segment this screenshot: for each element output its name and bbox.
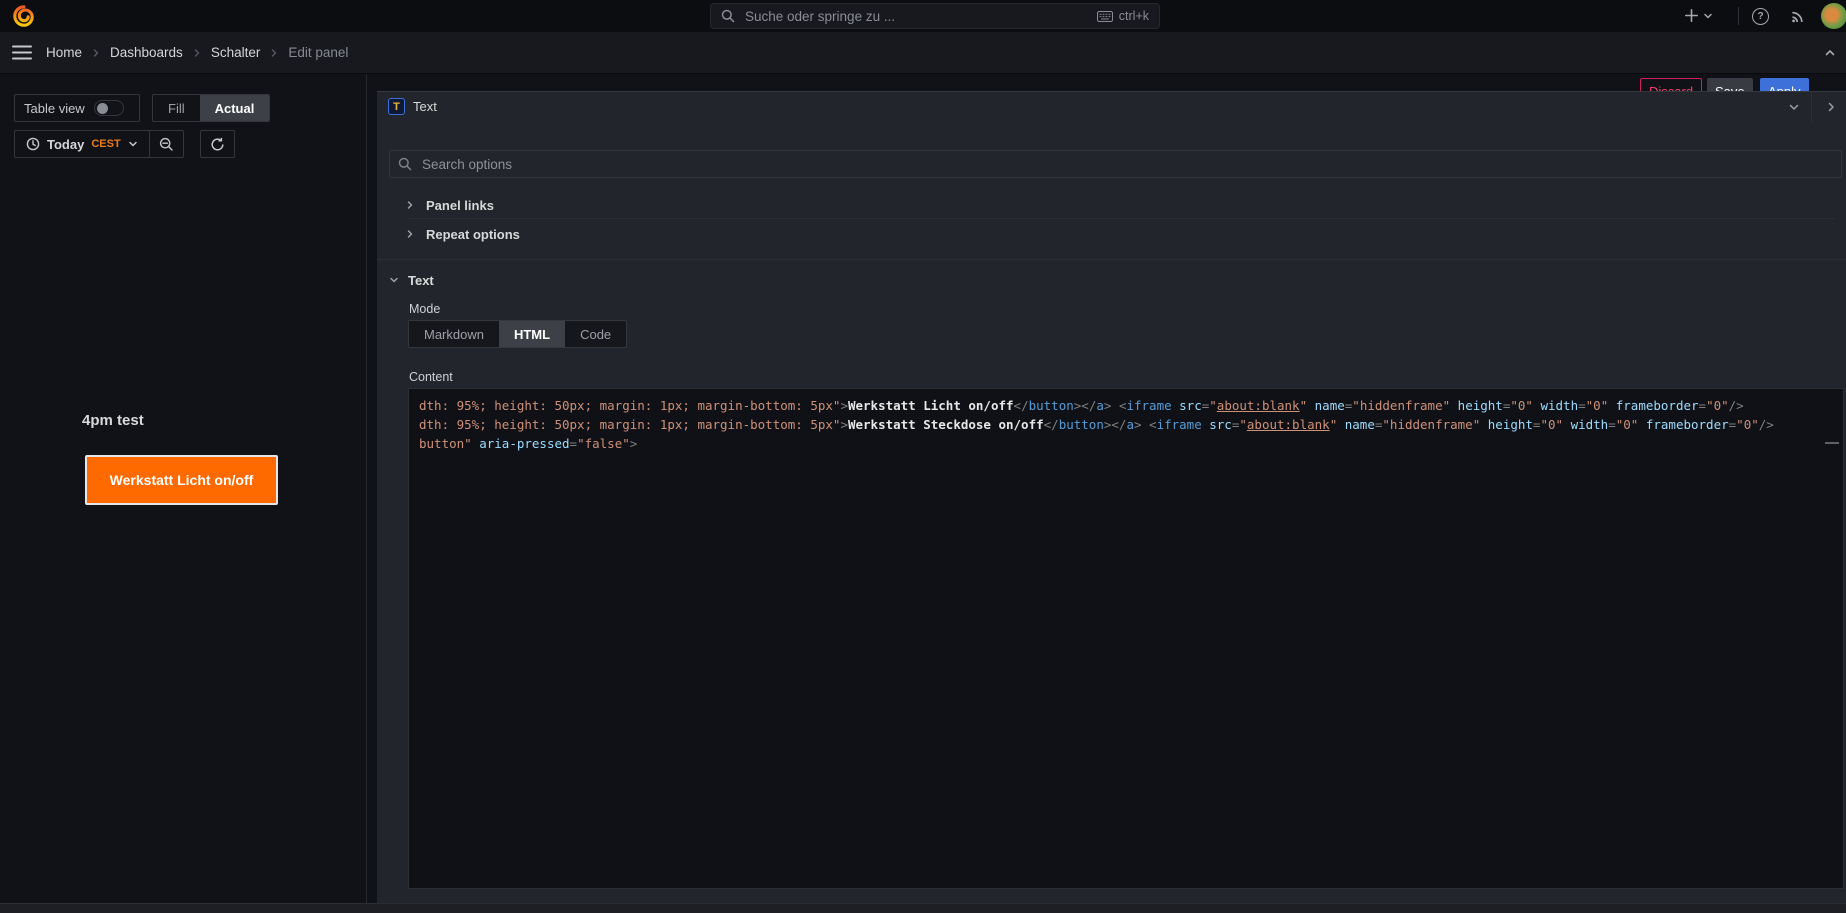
chevron-down-icon xyxy=(128,139,138,149)
chevron-right-icon xyxy=(1825,101,1837,113)
section-repeat-options[interactable]: Repeat options xyxy=(405,221,1842,247)
mode-markdown[interactable]: Markdown xyxy=(409,321,499,347)
options-search-input[interactable] xyxy=(420,156,1833,173)
table-view-control: Table view xyxy=(14,94,140,122)
refresh-button[interactable] xyxy=(200,130,235,158)
topbar-divider xyxy=(1738,7,1739,25)
breadcrumb-dashboards[interactable]: Dashboards xyxy=(110,45,183,60)
section-text[interactable]: Text xyxy=(389,268,434,292)
fill-option[interactable]: Fill xyxy=(153,95,200,121)
collapse-options-pane-button[interactable] xyxy=(1825,101,1837,113)
editor-overview-ruler-mark xyxy=(1825,442,1839,444)
plus-icon xyxy=(1684,8,1699,23)
time-range-label: Today xyxy=(47,137,84,152)
chevron-down-icon xyxy=(389,275,399,285)
user-avatar[interactable] xyxy=(1821,3,1846,29)
global-search-box: ctrl+k xyxy=(710,3,1160,29)
code-line: dth: 95%; height: 50px; margin: 1px; mar… xyxy=(419,396,1843,415)
actual-option[interactable]: Actual xyxy=(200,95,270,121)
breadcrumb-schalter[interactable]: Schalter xyxy=(211,45,261,60)
table-view-label: Table view xyxy=(24,101,85,116)
rss-icon xyxy=(1790,8,1806,24)
pane-size-switch: Fill Actual xyxy=(152,94,270,122)
time-picker-button[interactable]: Today CEST xyxy=(15,131,149,157)
zoom-out-icon xyxy=(159,137,174,152)
section-label: Repeat options xyxy=(426,227,520,242)
keyboard-icon xyxy=(1097,11,1113,22)
collapse-controls-button[interactable] xyxy=(1824,47,1836,59)
bottom-section-edge xyxy=(0,903,1846,913)
global-search-input[interactable] xyxy=(743,8,1089,25)
mode-label: Mode xyxy=(409,302,440,316)
chevron-down-icon xyxy=(1703,11,1713,21)
breadcrumb: Home Dashboards Schalter Edit panel xyxy=(46,32,348,73)
news-button[interactable] xyxy=(1790,8,1806,24)
search-icon xyxy=(398,157,412,171)
grafana-edit-panel-page: ctrl+k ? Home xyxy=(0,0,1846,913)
table-view-toggle[interactable] xyxy=(94,100,124,116)
toggle-knob xyxy=(97,103,108,114)
mode-html[interactable]: HTML xyxy=(499,321,565,347)
hamburger-icon xyxy=(12,45,32,60)
code-line: button" aria-pressed="false"> xyxy=(419,434,1843,453)
menu-toggle-button[interactable] xyxy=(12,32,32,73)
content-code-editor[interactable]: dth: 95%; height: 50px; margin: 1px; mar… xyxy=(408,388,1844,889)
breadcrumb-edit-panel: Edit panel xyxy=(288,45,348,60)
chevron-right-icon xyxy=(269,48,279,58)
chevron-right-icon xyxy=(405,200,415,210)
text-panel-icon: T xyxy=(388,98,405,115)
breadcrumb-bar: Home Dashboards Schalter Edit panel Disc… xyxy=(0,32,1846,74)
chevron-right-icon xyxy=(192,48,202,58)
chevron-right-icon xyxy=(405,229,415,239)
section-divider xyxy=(408,218,1834,219)
mode-code[interactable]: Code xyxy=(565,321,626,347)
viz-row-divider xyxy=(1811,92,1812,122)
visualization-picker-button[interactable]: T Text xyxy=(377,92,1846,122)
section-divider xyxy=(377,259,1846,260)
section-label: Text xyxy=(408,273,434,288)
section-panel-links[interactable]: Panel links xyxy=(405,192,1842,218)
werkstatt-licht-button[interactable]: Werkstatt Licht on/off xyxy=(85,455,278,505)
search-shortcut-label: ctrl+k xyxy=(1119,9,1149,23)
panel-options-pane: T Text Panel links xyxy=(377,91,1846,903)
visualization-name: Text xyxy=(413,99,437,114)
clock-icon xyxy=(26,137,40,151)
section-label: Panel links xyxy=(426,198,494,213)
refresh-icon xyxy=(210,137,225,152)
timezone-label: CEST xyxy=(91,138,120,150)
code-line: dth: 95%; height: 50px; margin: 1px; mar… xyxy=(419,415,1843,434)
zoom-out-time-button[interactable] xyxy=(149,131,183,157)
mode-radio-group: Markdown HTML Code xyxy=(408,320,627,348)
content-label: Content xyxy=(409,370,453,384)
options-search-box xyxy=(389,150,1842,178)
code-content: dth: 95%; height: 50px; margin: 1px; mar… xyxy=(409,389,1843,453)
time-range-controls: Today CEST xyxy=(14,130,184,158)
help-icon: ? xyxy=(1752,8,1769,25)
help-button[interactable]: ? xyxy=(1752,8,1769,25)
search-icon xyxy=(721,9,735,23)
panel-content-heading: 4pm test xyxy=(82,412,144,429)
chevron-right-icon xyxy=(91,48,101,58)
chevron-down-icon xyxy=(1788,101,1800,113)
pane-splitter[interactable] xyxy=(366,74,367,903)
chevron-up-icon xyxy=(1824,47,1836,59)
top-nav-bar: ctrl+k ? xyxy=(0,0,1846,32)
search-shortcut-hint: ctrl+k xyxy=(1097,9,1149,23)
breadcrumb-home[interactable]: Home xyxy=(46,45,82,60)
grafana-logo-icon[interactable] xyxy=(12,4,36,28)
add-new-button[interactable] xyxy=(1684,8,1713,23)
